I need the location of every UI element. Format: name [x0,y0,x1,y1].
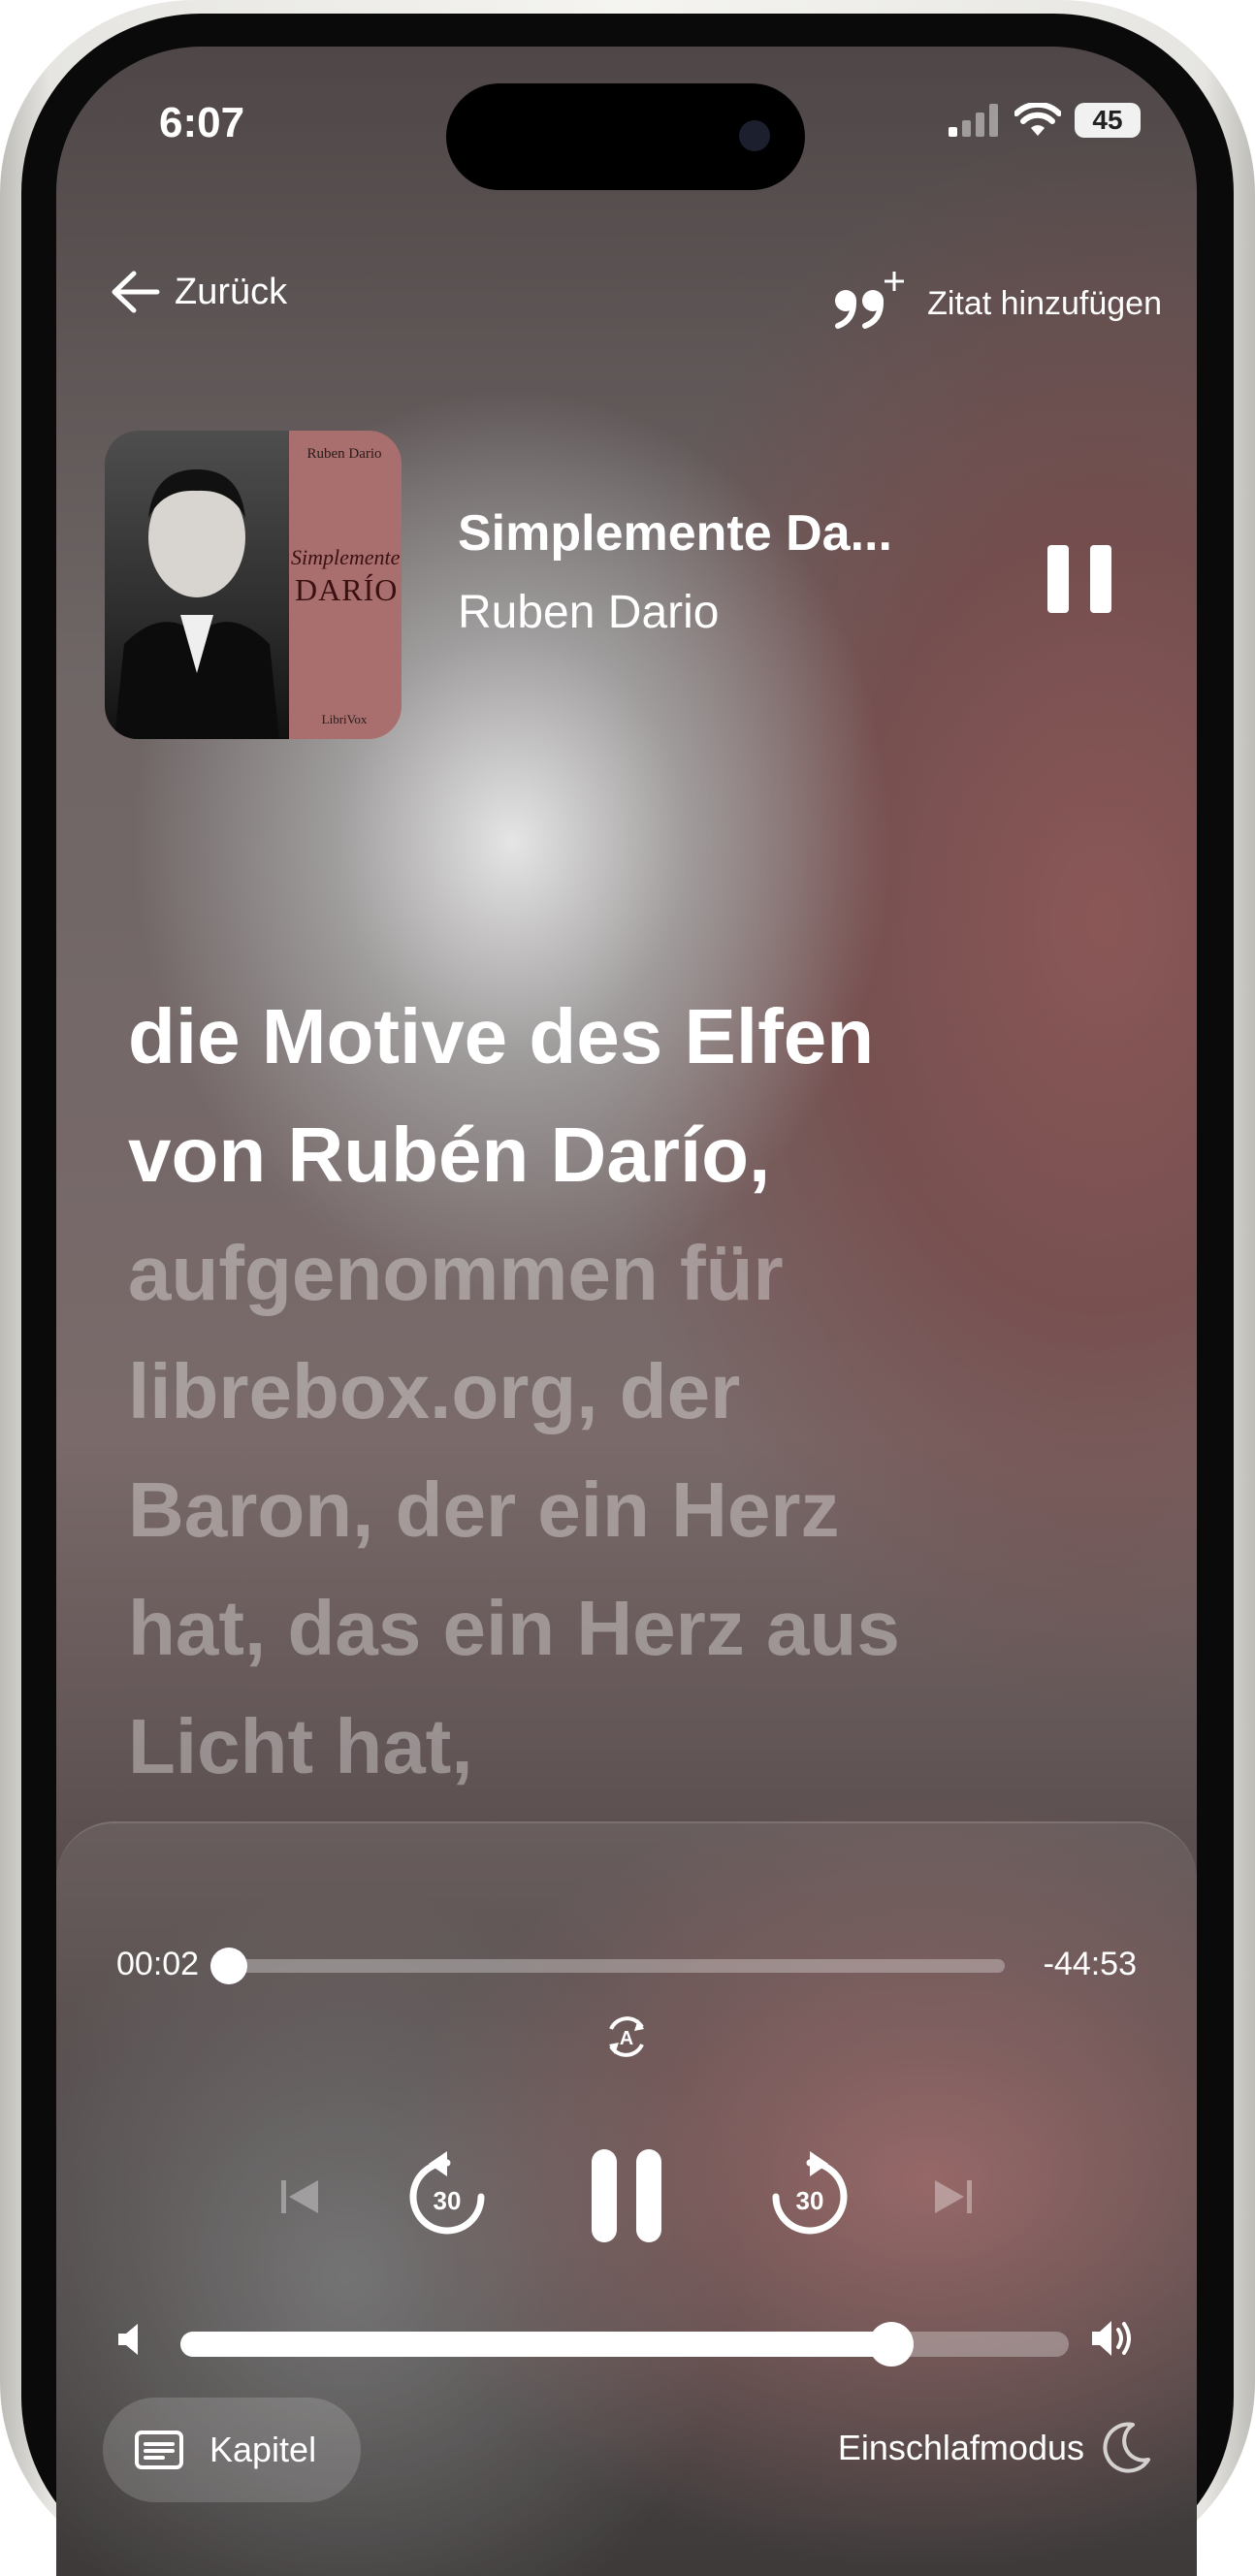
quote-plus-icon [835,272,905,329]
back-label: Zurück [175,271,288,312]
camera-icon [739,120,770,151]
signal-icon [949,104,998,137]
volume-low-icon [118,2324,138,2355]
next-track-icon[interactable] [929,2173,978,2221]
progress-knob[interactable] [210,1948,247,1984]
phone-frame: 6:07 45 Zurück Zitat hinzufügen Ruben Da… [0,0,1255,2576]
player-panel: 00:02 -44:53 A 30 30 Kapitel Einschlafmo… [56,1821,1197,2576]
transcript-line: Baron, der ein Herz [128,1466,840,1553]
cover-title-script: Simplemente [291,545,401,569]
sleep-timer-button[interactable]: Einschlafmodus [838,2421,1152,2475]
autoplay-button[interactable]: A [597,2008,656,2066]
pause-icon-bar-right [1090,545,1111,613]
volume-slider[interactable] [180,2322,1069,2367]
transcript-line-active: von Rubén Darío, [128,1111,771,1198]
author-portrait [105,431,289,739]
volume-fill [180,2332,891,2357]
skip-forward-button[interactable]: 30 [762,2149,857,2244]
add-quote-button[interactable]: Zitat hinzufügen [832,270,1162,338]
chapters-label: Kapitel [209,2430,317,2469]
chapters-icon [135,2431,183,2469]
progress-slider[interactable] [210,1948,1005,1984]
pause-icon [592,2149,661,2242]
track-author: Ruben Dario [458,587,720,638]
transcript-line: librebox.org, der [128,1348,741,1434]
svg-text:A: A [620,2028,633,2049]
skip-back-button[interactable]: 30 [400,2149,495,2244]
skip-back-seconds: 30 [433,2186,462,2215]
wifi-icon [1014,103,1061,136]
cover-publisher: LibriVox [321,712,368,726]
transcript-line: hat, das ein Herz aus [128,1585,900,1671]
transcript-line-active: die Motive des Elfen [128,993,875,1079]
battery-indicator: 45 [1075,103,1141,138]
volume-knob[interactable] [868,2322,914,2367]
status-icons: 45 [949,103,1141,138]
transcript-line: aufgenommen für [128,1230,784,1316]
mini-pause-button[interactable] [1047,545,1111,613]
volume-row [116,2308,1137,2367]
cover-author: Ruben Dario [306,446,382,462]
back-button[interactable]: Zurück [111,270,287,314]
sleep-timer-label: Einschlafmodus [837,2428,1084,2467]
moon-icon [1103,2422,1150,2473]
back-arrow-icon [112,271,160,313]
transcript-text: die Motive des Elfen von Rubén Darío, au… [128,978,1156,1806]
pause-icon-bar-left [1047,545,1069,613]
screen: 6:07 45 Zurück Zitat hinzufügen Ruben Da… [56,47,1197,2576]
dynamic-island [446,83,805,190]
skip-forward-seconds: 30 [795,2186,824,2215]
remaining-time: -44:53 [1043,1946,1137,1982]
volume-high-icon [1092,2321,1131,2356]
header-bar: Zurück Zitat hinzufügen [111,270,1162,347]
previous-track-icon[interactable] [275,2173,324,2221]
cover-title-main: DARÍO [295,572,399,607]
transcript-line: Licht hat, [128,1703,473,1789]
transport-controls: 30 30 [56,2140,1197,2256]
add-quote-label: Zitat hinzufügen [927,284,1162,322]
chapters-button[interactable]: Kapitel [103,2398,361,2502]
elapsed-time: 00:02 [116,1946,200,1982]
autoplay-icon: A [609,2016,644,2057]
track-title: Simplemente Da... [458,505,892,562]
status-time: 6:07 [159,99,245,146]
play-pause-button[interactable] [586,2140,667,2254]
book-cover[interactable]: Ruben Dario Simplemente DARÍO LibriVox [105,431,402,739]
